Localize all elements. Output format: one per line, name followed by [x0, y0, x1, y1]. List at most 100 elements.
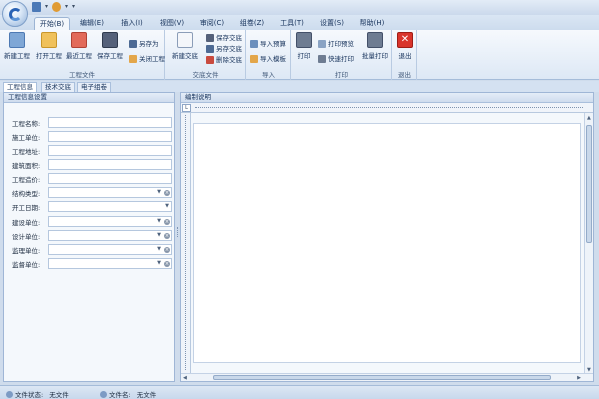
group-label-doc-file: 交底文件: [192, 71, 219, 79]
file-name-icon: [100, 390, 107, 398]
tab-insert[interactable]: 插入(I): [118, 17, 146, 30]
clear-icon[interactable]: ×: [164, 219, 170, 225]
customize-toolbar-icon[interactable]: ▾: [72, 2, 75, 12]
import-budget-button[interactable]: 导入预算: [250, 39, 286, 49]
delete-doc-button[interactable]: 删除交底: [206, 55, 242, 65]
floor-area-input[interactable]: [48, 159, 172, 170]
vertical-scroll-thumb[interactable]: [586, 125, 592, 243]
chevron-down-icon[interactable]: ▼: [157, 231, 161, 240]
quick-print-button[interactable]: 快速打印: [318, 54, 354, 64]
structure-type-select[interactable]: ▼ ×: [48, 187, 172, 198]
supervisor-label: 监理单位:: [12, 247, 41, 255]
save-project-button[interactable]: 保存工程: [97, 32, 123, 60]
field-row-cost: 工程造价:: [4, 173, 176, 185]
clear-icon[interactable]: ×: [164, 247, 170, 253]
scroll-left-icon[interactable]: ◀: [183, 375, 187, 381]
cost-input[interactable]: [48, 173, 172, 184]
import-template-button[interactable]: 导入模板: [250, 54, 286, 64]
scroll-right-icon[interactable]: ▶: [577, 375, 581, 381]
quick-undo-icon[interactable]: [52, 2, 62, 12]
clear-icon[interactable]: ×: [164, 261, 170, 267]
splitter-grip-icon[interactable]: [177, 227, 179, 237]
save-doc-as-icon: [206, 45, 214, 53]
structure-type-label: 结构类型:: [12, 190, 41, 198]
address-input[interactable]: [48, 145, 172, 156]
owner-select[interactable]: ▼ ×: [48, 216, 172, 227]
tab-compose[interactable]: 组卷(Z): [238, 17, 266, 30]
save-doc-as-button[interactable]: 另存交底: [206, 44, 242, 54]
app-menu-button[interactable]: [2, 1, 28, 27]
scroll-up-icon[interactable]: ▲: [587, 115, 591, 121]
supervisor-select[interactable]: ▼ ×: [48, 244, 172, 255]
close-project-button[interactable]: 关闭工程: [129, 54, 165, 64]
chevron-down-icon[interactable]: ▼: [157, 188, 161, 197]
field-row-contractor: 施工单位:: [4, 131, 176, 143]
horizontal-scrollbar[interactable]: ◀ ▶: [181, 373, 593, 381]
new-doc-button[interactable]: 新建交底: [172, 32, 198, 60]
clear-icon[interactable]: ×: [164, 190, 170, 196]
quick-save-icon[interactable]: [32, 2, 41, 12]
doc-tab-project-info[interactable]: 工程信息: [3, 82, 37, 92]
batch-print-button[interactable]: 批量打印: [362, 32, 388, 60]
doc-tab-electronic[interactable]: 电子组卷: [77, 82, 111, 92]
contractor-label: 施工单位:: [12, 134, 41, 142]
contractor-input[interactable]: [48, 131, 172, 142]
save-as-label: 另存为: [139, 40, 159, 48]
clear-icon[interactable]: ×: [164, 233, 170, 239]
document-tabs: 工程信息 技术交底 电子组卷: [0, 81, 599, 92]
horizontal-ruler[interactable]: L: [181, 103, 593, 113]
horizontal-scroll-thumb[interactable]: [213, 375, 551, 380]
recent-projects-button[interactable]: 最近工程: [66, 32, 92, 60]
print-preview-icon: [318, 40, 326, 48]
save-as-button[interactable]: 另存为: [129, 39, 159, 49]
tab-stop-icon[interactable]: L: [182, 104, 191, 112]
group-doc-file: 新建交底 保存交底 另存交底 删除交底 交底文件: [166, 30, 246, 80]
exit-button[interactable]: ✕ 退出: [397, 32, 413, 60]
file-name-label: 文件名:: [109, 391, 131, 399]
recent-projects-icon: [71, 32, 87, 48]
project-name-input[interactable]: [48, 117, 172, 128]
chevron-down-icon[interactable]: ▼: [157, 245, 161, 254]
new-project-button[interactable]: 新建工程: [4, 32, 30, 60]
batch-print-label: 批量打印: [362, 52, 388, 60]
quick-save-dropdown-icon[interactable]: ▾: [45, 2, 48, 12]
chevron-down-icon[interactable]: ▼: [165, 202, 169, 211]
recent-projects-label: 最近工程: [66, 52, 92, 60]
print-preview-button[interactable]: 打印预览: [318, 39, 354, 49]
file-state-icon: [6, 390, 13, 398]
tab-view[interactable]: 视图(V): [158, 17, 186, 30]
group-label-project-file: 工程文件: [69, 71, 95, 79]
tab-help[interactable]: 帮助(H): [358, 17, 386, 30]
vertical-ruler[interactable]: [181, 113, 191, 375]
tab-home[interactable]: 开始(B): [34, 17, 70, 30]
status-bar: 文件状态: 无文件 文件名: 无文件: [0, 385, 599, 399]
start-date-label: 开工日期:: [12, 204, 41, 212]
status-file-name: 文件名: 无文件: [100, 389, 156, 399]
tab-edit[interactable]: 编辑(E): [78, 17, 106, 30]
delete-doc-icon: [206, 56, 214, 64]
designer-select[interactable]: ▼ ×: [48, 230, 172, 241]
open-project-button[interactable]: 打开工程: [36, 32, 62, 60]
tab-tools[interactable]: 工具(T): [278, 17, 306, 30]
save-doc-button[interactable]: 保存交底: [206, 33, 242, 43]
doc-tab-technical[interactable]: 技术交底: [41, 82, 75, 92]
field-row-structure-type: 结构类型: ▼ ×: [4, 187, 176, 199]
inspector-select[interactable]: ▼ ×: [48, 258, 172, 269]
compile-notes-header: 编制说明: [181, 93, 593, 103]
start-date-picker[interactable]: ▼: [48, 201, 172, 212]
ruler-scale: [195, 107, 583, 110]
ribbon: 新建工程 打开工程 最近工程 保存工程 另存为 关闭工程 工程文件 新建交底 保…: [0, 30, 599, 80]
quick-undo-dropdown-icon[interactable]: ▾: [65, 2, 68, 12]
chevron-down-icon[interactable]: ▼: [157, 259, 161, 268]
import-budget-icon: [250, 40, 258, 48]
tab-review[interactable]: 审阅(C): [198, 17, 226, 30]
group-label-exit: 退出: [398, 71, 411, 79]
chevron-down-icon[interactable]: ▼: [157, 217, 161, 226]
group-import: 导入预算 导入模板 导入: [247, 30, 291, 80]
field-row-address: 工程地址:: [4, 145, 176, 157]
tab-settings[interactable]: 设置(S): [318, 17, 346, 30]
print-button[interactable]: 打印: [296, 32, 312, 60]
quick-access-toolbar: ▾ ▾ ▾: [32, 2, 75, 12]
vertical-scrollbar[interactable]: ▲ ▼: [584, 113, 593, 375]
rich-text-editor[interactable]: [193, 123, 581, 363]
